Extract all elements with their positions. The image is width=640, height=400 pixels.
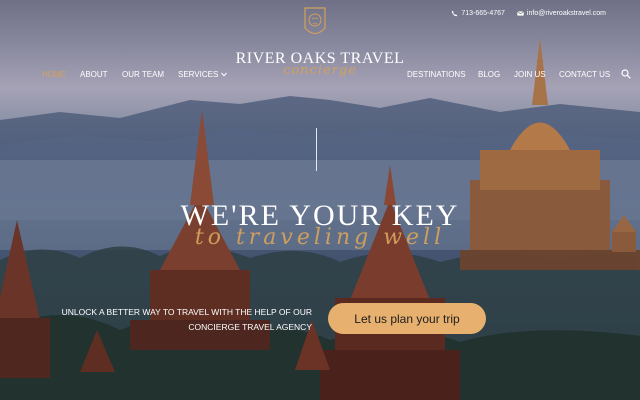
nav-home[interactable]: HOME [42, 70, 66, 79]
search-icon[interactable] [621, 69, 631, 79]
divider-line [316, 128, 317, 171]
hero-subtext: UNLOCK A BETTER WAY TO TRAVEL WITH THE H… [32, 305, 312, 335]
nav-destinations[interactable]: DESTINATIONS [407, 70, 466, 79]
plan-trip-button[interactable]: Let us plan your trip [328, 303, 486, 334]
phone-icon [452, 10, 458, 17]
top-contact-bar: 713-665-4767 info@riveroakstravel.com [451, 10, 606, 17]
chevron-down-icon [220, 72, 227, 77]
hero-subtext-line1: UNLOCK A BETTER WAY TO TRAVEL WITH THE H… [61, 307, 312, 317]
nav-services[interactable]: SERVICES [178, 70, 227, 79]
nav-join-us[interactable]: JOIN US [514, 70, 546, 79]
email-link[interactable]: info@riveroakstravel.com [517, 10, 606, 17]
phone-number: 713-665-4767 [461, 10, 505, 17]
hero-subtext-line2: CONCIERGE TRAVEL AGENCY [188, 322, 312, 332]
nav-blog[interactable]: BLOG [478, 70, 500, 79]
nav-contact-us[interactable]: CONTACT US [559, 70, 610, 79]
email-address: info@riveroakstravel.com [526, 10, 606, 17]
hero-script-tagline: to traveling well [194, 225, 446, 250]
email-icon [517, 11, 524, 16]
phone-link[interactable]: 713-665-4767 [451, 10, 505, 17]
nav-our-team[interactable]: OUR TEAM [122, 70, 164, 79]
nav-about[interactable]: ABOUT [80, 70, 108, 79]
lion-crest-icon[interactable] [303, 6, 327, 40]
nav-services-label: SERVICES [178, 70, 219, 79]
